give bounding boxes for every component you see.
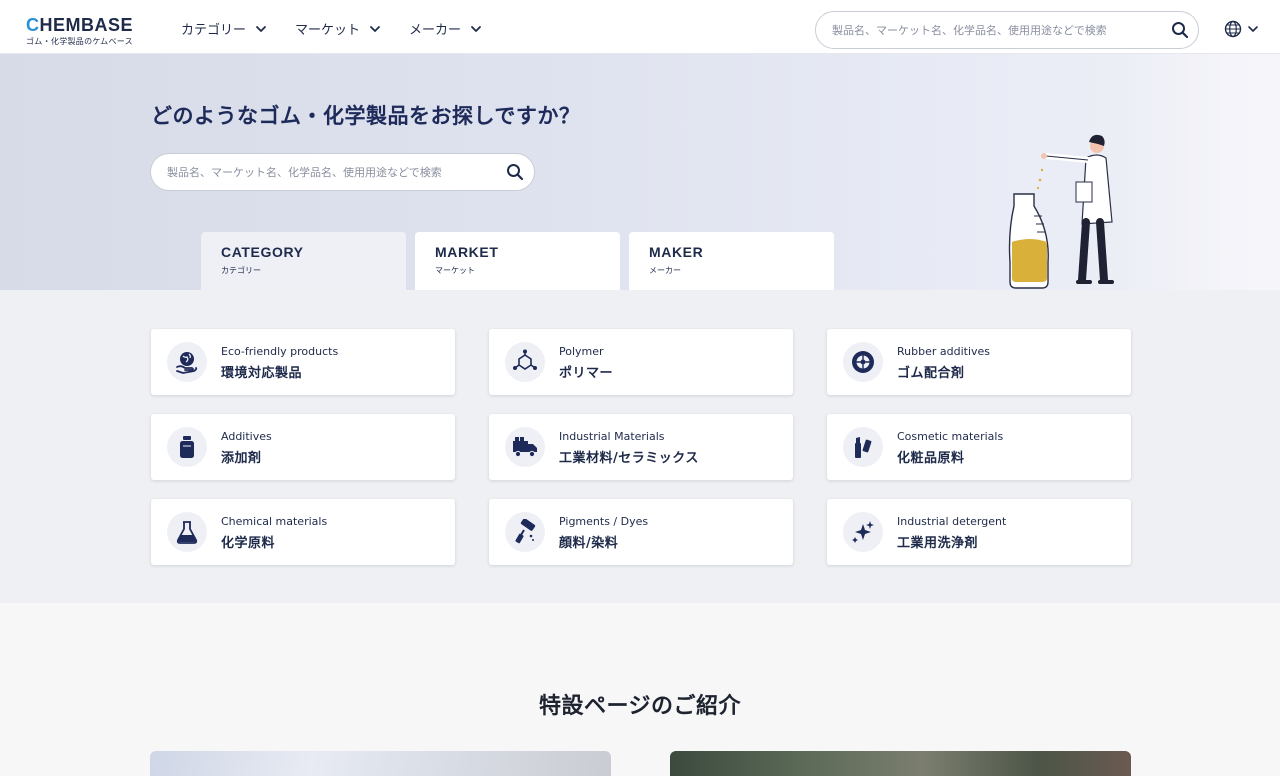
search-icon[interactable] — [506, 163, 524, 181]
category-en-label: Industrial detergent — [897, 515, 1007, 528]
category-jp-label: 工業用洗浄剤 — [897, 536, 979, 551]
eco-globe-icon — [167, 342, 207, 382]
category-en-label: Chemical materials — [221, 515, 328, 528]
search-icon[interactable] — [1171, 21, 1189, 39]
nav-market-label: マーケット — [295, 23, 361, 38]
logo[interactable]: CHEMBASE ゴム・化学製品のケムベース — [26, 16, 133, 47]
special-pages-title: 特設ページのご紹介 — [538, 694, 742, 719]
tab-market-sublabel: マーケット — [435, 266, 475, 275]
cosmetics-icon — [843, 427, 883, 467]
category-en-label: Cosmetic materials — [897, 430, 1004, 443]
category-en-label: Additives — [221, 430, 272, 443]
category-en-label: Eco-friendly products — [221, 345, 339, 358]
tab-category-label: CATEGORY — [221, 244, 304, 260]
category-jp-label: ポリマー — [559, 366, 614, 381]
tab-market[interactable]: MARKET マーケット — [415, 232, 620, 290]
chevron-down-icon — [256, 25, 266, 32]
tab-category[interactable]: CATEGORY カテゴリー — [201, 232, 406, 290]
hero-section: どのようなゴム・化学製品をお探しですか？ CATEGORY カテゴリー MARK… — [0, 54, 1280, 290]
category-jp-label: 化学原料 — [221, 536, 276, 551]
category-card-cosmetic-materials[interactable]: Cosmetic materials 化粧品原料 — [827, 414, 1131, 480]
site-header: CHEMBASE ゴム・化学製品のケムベース カテゴリー マーケット メーカー — [0, 0, 1280, 54]
header-search-box — [815, 11, 1199, 49]
nav-category-label: カテゴリー — [181, 23, 247, 38]
chevron-down-icon — [471, 25, 481, 32]
paint-roller-icon — [505, 512, 545, 552]
category-jp-label: 工業材料/セラミックス — [559, 451, 699, 466]
bottle-icon — [167, 427, 207, 467]
category-en-label: Industrial Materials — [559, 430, 665, 443]
nav-maker-label: メーカー — [409, 23, 462, 38]
globe-icon — [1224, 20, 1242, 38]
category-jp-label: 環境対応製品 — [221, 366, 303, 381]
category-card-eco-friendly[interactable]: Eco-friendly products 環境対応製品 — [151, 329, 455, 395]
logo-tagline: ゴム・化学製品のケムベース — [26, 37, 133, 46]
category-en-label: Pigments / Dyes — [559, 515, 649, 528]
category-card-pigments-dyes[interactable]: Pigments / Dyes 顔料/染料 — [489, 499, 793, 565]
nav-market[interactable]: マーケット — [295, 19, 382, 38]
category-card-polymer[interactable]: Polymer ポリマー — [489, 329, 793, 395]
tab-maker-sublabel: メーカー — [649, 266, 681, 275]
category-jp-label: ゴム配合剤 — [897, 366, 965, 381]
chevron-down-icon — [1248, 26, 1258, 32]
sparkle-icon — [843, 512, 883, 552]
category-en-label: Polymer — [559, 345, 604, 358]
chevron-down-icon — [370, 25, 380, 32]
hero-title: どのようなゴム・化学製品をお探しですか？ — [151, 104, 581, 128]
hero-search-input[interactable] — [167, 154, 487, 190]
tire-icon — [843, 342, 883, 382]
category-card-industrial-detergent[interactable]: Industrial detergent 工業用洗浄剤 — [827, 499, 1131, 565]
polymer-molecule-icon — [505, 342, 545, 382]
category-jp-label: 顔料/染料 — [559, 536, 619, 551]
category-jp-label: 化粧品原料 — [897, 451, 965, 466]
feature-banner-left[interactable] — [150, 751, 611, 776]
nav-category[interactable]: カテゴリー — [181, 19, 268, 38]
flask-icon — [167, 512, 207, 552]
language-selector[interactable] — [1224, 20, 1260, 38]
special-pages-section: 特設ページのご紹介 — [0, 603, 1280, 776]
category-en-label: Rubber additives — [897, 345, 991, 358]
category-card-rubber-additives[interactable]: Rubber additives ゴム配合剤 — [827, 329, 1131, 395]
category-section: Eco-friendly products 環境対応製品 Polymer ポリマ… — [0, 290, 1280, 603]
scientist-illustration — [1008, 134, 1114, 289]
hero-search-box — [150, 153, 535, 191]
nav-maker[interactable]: メーカー — [409, 19, 483, 38]
category-card-additives[interactable]: Additives 添加剤 — [151, 414, 455, 480]
tab-market-label: MARKET — [435, 244, 499, 260]
category-jp-label: 添加剤 — [221, 451, 262, 466]
truck-icon — [505, 427, 545, 467]
hero-fade — [1120, 54, 1280, 290]
tab-category-sublabel: カテゴリー — [221, 266, 261, 275]
logo-wordmark: CHEMBASE — [26, 15, 134, 35]
category-card-chemical-materials[interactable]: Chemical materials 化学原料 — [151, 499, 455, 565]
category-card-industrial-materials[interactable]: Industrial Materials 工業材料/セラミックス — [489, 414, 793, 480]
tab-maker-label: MAKER — [649, 244, 704, 260]
feature-banner-right[interactable] — [670, 751, 1131, 776]
header-search-input[interactable] — [832, 12, 1152, 48]
tab-maker[interactable]: MAKER メーカー — [629, 232, 834, 290]
